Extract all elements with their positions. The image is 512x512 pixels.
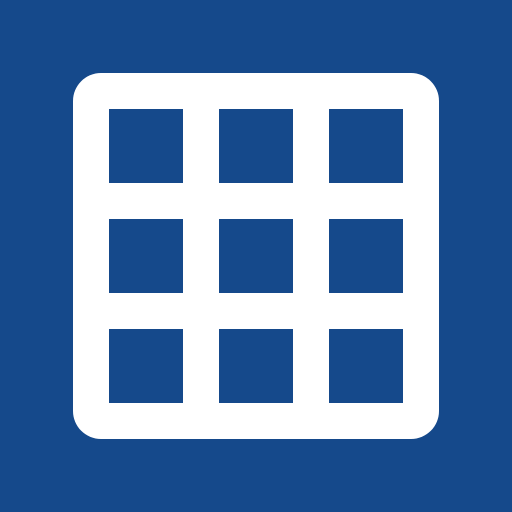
app-icon-tile[interactable] — [0, 0, 512, 512]
grid-cell — [109, 219, 183, 293]
grid-cells — [109, 109, 403, 403]
grid-icon-svg — [73, 73, 439, 439]
grid-cell — [329, 329, 403, 403]
grid-cell — [219, 109, 293, 183]
grid-cell — [219, 219, 293, 293]
grid-cell — [109, 109, 183, 183]
grid-cell — [109, 329, 183, 403]
grid-cell — [329, 219, 403, 293]
grid-cell — [329, 109, 403, 183]
grid-cell — [219, 329, 293, 403]
grid-icon — [73, 73, 439, 439]
